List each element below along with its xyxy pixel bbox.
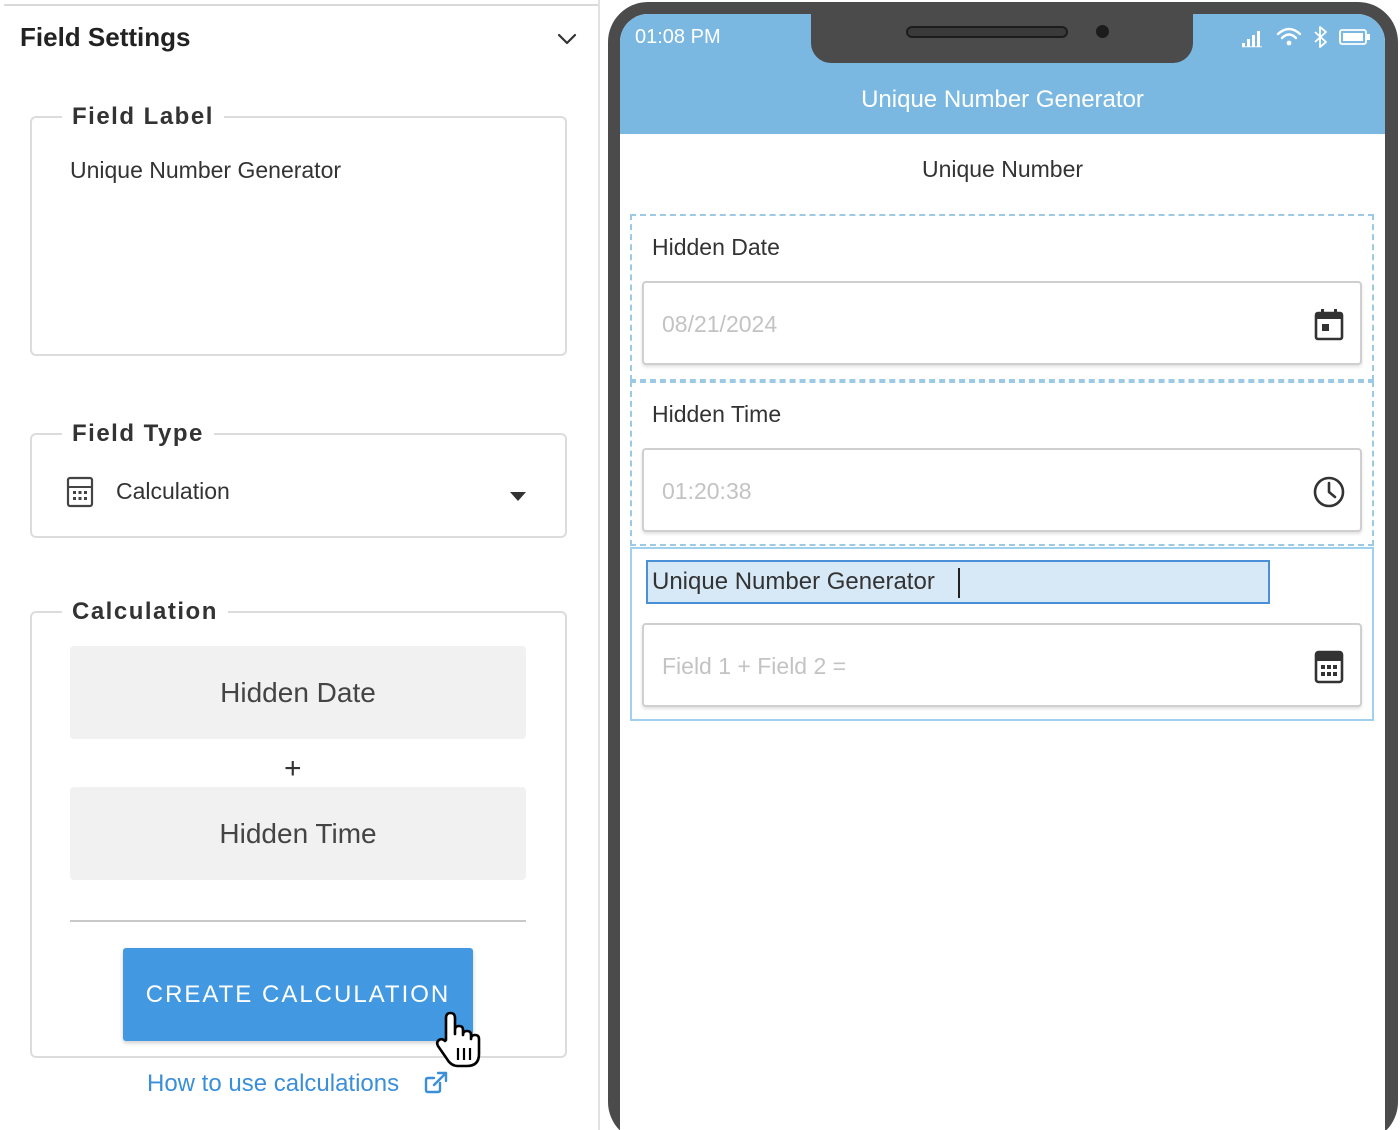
external-link-icon[interactable] bbox=[423, 1070, 449, 1094]
hand-pointer-cursor-icon bbox=[435, 1011, 481, 1068]
panel-separator bbox=[598, 0, 600, 1130]
calculation-label-text: Unique Number Generator bbox=[652, 568, 935, 595]
clock-icon[interactable] bbox=[1312, 474, 1346, 510]
form-heading: Unique Number bbox=[921, 156, 1084, 182]
status-time: 01:08 PM bbox=[635, 26, 721, 48]
field-type-legend: Field Type bbox=[72, 420, 204, 447]
help-link-calculations[interactable]: How to use calculations bbox=[147, 1070, 399, 1098]
bluetooth-icon bbox=[1314, 26, 1327, 48]
panel-top-border bbox=[4, 4, 598, 6]
hidden-time-value: 01:20:38 bbox=[662, 478, 752, 504]
calculation-group: Calculation Hidden Date + Hidden Time CR… bbox=[30, 598, 567, 1058]
calc-operand-hidden-date[interactable]: Hidden Date bbox=[70, 646, 526, 739]
hidden-date-label: Hidden Date bbox=[652, 234, 780, 260]
battery-icon bbox=[1339, 29, 1370, 45]
field-settings-panel: Field Settings Field Label Unique Number… bbox=[0, 0, 598, 1130]
field-label-input[interactable]: Unique Number Generator bbox=[70, 157, 341, 184]
hidden-date-field[interactable]: Hidden Date 08/21/2024 bbox=[630, 214, 1374, 381]
chevron-down-icon[interactable] bbox=[556, 30, 578, 48]
phone-screen: 01:08 PM Unique Number Generator Unique … bbox=[620, 14, 1385, 1130]
app-header: 01:08 PM Unique Number Generator bbox=[620, 14, 1385, 134]
hidden-time-input[interactable]: 01:20:38 bbox=[642, 448, 1362, 532]
calendar-icon[interactable] bbox=[1312, 307, 1346, 343]
phone-notch bbox=[811, 14, 1193, 63]
calculation-legend: Calculation bbox=[72, 598, 218, 625]
calculator-icon[interactable] bbox=[1312, 649, 1346, 685]
panel-title: Field Settings bbox=[20, 22, 191, 52]
calculation-field[interactable]: Unique Number Generator Field 1 + Field … bbox=[630, 547, 1374, 721]
calculation-placeholder: Field 1 + Field 2 = bbox=[662, 653, 847, 679]
hidden-date-value: 08/21/2024 bbox=[662, 311, 778, 337]
calculation-input[interactable]: Field 1 + Field 2 = bbox=[642, 623, 1362, 707]
create-calculation-button[interactable]: CREATE CALCULATION bbox=[123, 948, 473, 1041]
hidden-time-field[interactable]: Hidden Time 01:20:38 bbox=[630, 381, 1374, 546]
status-icons bbox=[1242, 26, 1370, 48]
field-label-legend: Field Label bbox=[72, 103, 214, 130]
front-camera bbox=[1096, 25, 1109, 38]
calc-operand-hidden-time[interactable]: Hidden Time bbox=[70, 787, 526, 880]
field-label-group: Field Label Unique Number Generator bbox=[30, 103, 567, 356]
app-title: Unique Number Generator bbox=[861, 86, 1144, 113]
field-type-value: Calculation bbox=[116, 478, 230, 504]
field-type-group: Field Type Calculation bbox=[30, 420, 567, 538]
hidden-date-input[interactable]: 08/21/2024 bbox=[642, 281, 1362, 365]
calc-divider bbox=[70, 920, 526, 922]
hidden-time-label: Hidden Time bbox=[652, 401, 782, 427]
wifi-icon bbox=[1276, 27, 1302, 46]
calculation-label-editor[interactable]: Unique Number Generator bbox=[646, 560, 1270, 604]
speaker-grille bbox=[906, 26, 1068, 38]
text-cursor bbox=[958, 568, 960, 598]
calc-operator: + bbox=[284, 752, 302, 785]
signal-icon bbox=[1242, 31, 1262, 48]
caret-down-icon[interactable] bbox=[510, 492, 526, 501]
calculator-icon bbox=[66, 476, 94, 508]
